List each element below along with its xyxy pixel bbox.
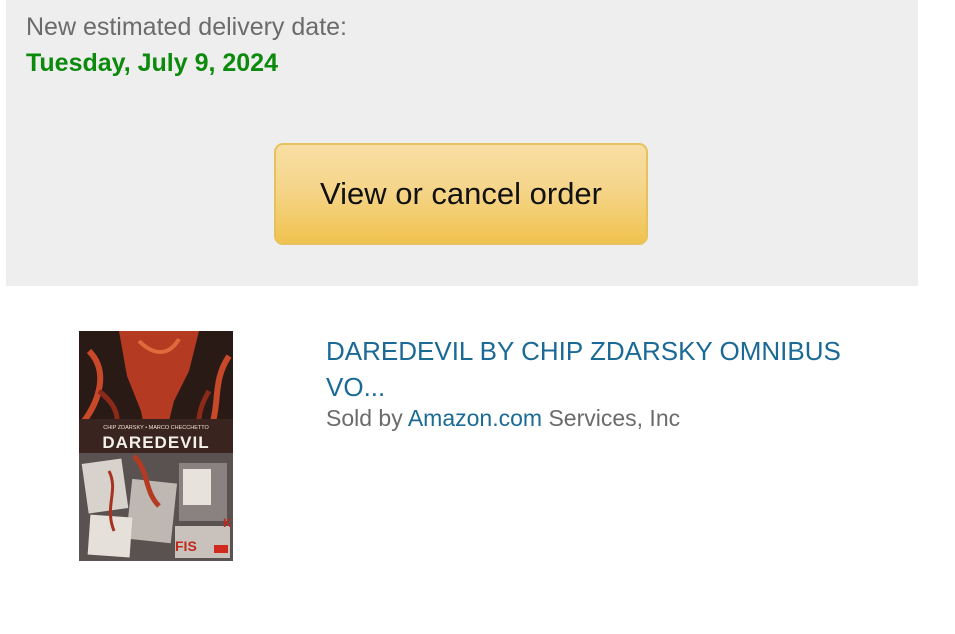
cover-side-text: K bbox=[223, 516, 232, 530]
cover-corner-text: FIS bbox=[175, 538, 197, 554]
delivery-panel: New estimated delivery date: Tuesday, Ju… bbox=[6, 0, 918, 286]
product-cover-image[interactable]: CHIP ZDARSKY • MARCO CHECCHETTO DAREDEVI… bbox=[79, 331, 233, 561]
sold-by-line: Sold by Amazon.com Services, Inc bbox=[326, 405, 680, 432]
seller-link[interactable]: Amazon.com bbox=[408, 405, 542, 431]
product-title-link[interactable]: DAREDEVIL BY CHIP ZDARSKY OMNIBUS VO... bbox=[326, 333, 906, 405]
delivery-date-label: New estimated delivery date: bbox=[26, 13, 347, 41]
publisher-logo bbox=[214, 545, 228, 553]
view-or-cancel-order-button[interactable]: View or cancel order bbox=[274, 143, 648, 245]
cover-wordmark: DAREDEVIL bbox=[102, 433, 209, 452]
cover-credits: CHIP ZDARSKY • MARCO CHECCHETTO bbox=[103, 425, 209, 431]
delivery-date-value: Tuesday, July 9, 2024 bbox=[26, 49, 278, 77]
order-item: CHIP ZDARSKY • MARCO CHECCHETTO DAREDEVI… bbox=[0, 286, 955, 634]
seller-suffix: Services, Inc bbox=[548, 405, 681, 431]
sold-by-prefix: Sold by bbox=[326, 405, 403, 431]
